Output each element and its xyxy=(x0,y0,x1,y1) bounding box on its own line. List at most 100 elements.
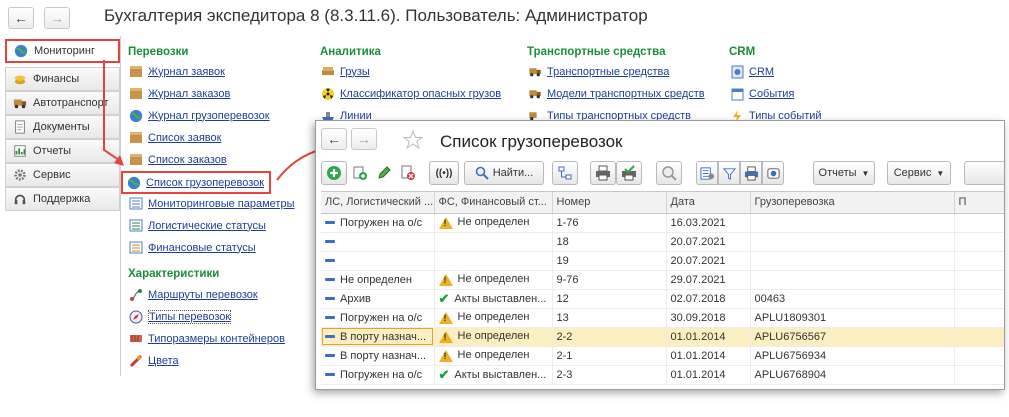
table-row[interactable]: Не определен Не определен 9-76 29.07.2021 xyxy=(321,270,1004,290)
arrow-left-icon: ← xyxy=(327,131,341,147)
barcode-button[interactable] xyxy=(762,161,784,185)
structure-button[interactable] xyxy=(552,161,578,185)
filter-icon xyxy=(722,167,736,180)
more-button[interactable] xyxy=(964,161,1004,185)
cell-text: В порту назнач... xyxy=(340,349,427,362)
cell-extra xyxy=(954,232,1004,252)
star-icon[interactable] xyxy=(403,130,423,150)
filter-button[interactable] xyxy=(718,161,740,185)
cell-text: 9-76 xyxy=(556,273,579,286)
printer-icon xyxy=(744,165,758,181)
cell-number: 13 xyxy=(552,308,667,328)
status-dash-icon xyxy=(325,221,335,225)
service-dropdown[interactable]: Сервис ▼ xyxy=(887,161,951,185)
print-check-button[interactable] xyxy=(616,161,642,185)
cell-ls: Погружен на о/с xyxy=(321,213,435,233)
cell-text: Акты выставлен... xyxy=(454,368,547,381)
cell-text: В порту назнач... xyxy=(340,330,427,343)
cell-extra xyxy=(954,327,1004,347)
broadcast-button[interactable]: ((•)) xyxy=(429,161,459,185)
print-list-button[interactable] xyxy=(740,161,762,185)
column-header-number[interactable]: Номер xyxy=(552,192,667,214)
table-row[interactable]: Погружен на о/с Не определен 1-76 16.03.202… xyxy=(321,213,1004,233)
service-label: Сервис xyxy=(893,167,932,179)
cell-text: APLU6768904 xyxy=(754,368,827,381)
cell-text: Архив xyxy=(340,292,371,305)
cell-fs: Не определен xyxy=(434,346,553,366)
column-header-fs[interactable]: ФС, Финансовый ст... xyxy=(434,192,553,214)
copy-icon xyxy=(353,166,367,180)
cell-text: 01.01.2014 xyxy=(670,349,726,362)
popup-forward-button[interactable]: → xyxy=(351,128,377,150)
cell-text: 18 xyxy=(556,235,569,248)
cell-cargo xyxy=(750,251,955,271)
warning-icon xyxy=(438,216,453,229)
copy-button[interactable] xyxy=(349,161,371,185)
cell-text: 02.07.2018 xyxy=(670,292,726,305)
table-row[interactable]: Погружен на о/с ✔ Акты выставлен... 2-3 01.0… xyxy=(321,365,1004,385)
cell-text: Погружен на о/с xyxy=(340,368,423,381)
warning-icon xyxy=(438,349,453,362)
cell-date: 30.09.2018 xyxy=(666,308,751,328)
table-header-row: ЛС, Логистический ... ФС, Финансовый ст.… xyxy=(321,192,1004,214)
cell-fs xyxy=(434,232,553,252)
cell-text: Акты выставлен... xyxy=(454,292,547,305)
cell-extra xyxy=(954,365,1004,385)
column-header-date[interactable]: Дата xyxy=(666,192,751,214)
annotation-arrow xyxy=(103,60,123,163)
popup-title: Список грузоперевозок xyxy=(440,132,623,151)
cell-fs: Не определен xyxy=(434,327,553,347)
create-button[interactable] xyxy=(321,161,347,185)
table-row[interactable]: 19 20.07.2021 xyxy=(321,251,1004,271)
cell-fs: Не определен xyxy=(434,270,553,290)
cell-ls xyxy=(321,232,435,252)
cell-number: 2-2 xyxy=(552,327,667,347)
hierarchy-icon xyxy=(558,166,572,180)
popup-window: ← → Список грузоперевозок ((•)) Найти... xyxy=(315,120,1005,390)
status-dash-icon xyxy=(325,354,335,358)
search-icon xyxy=(475,166,489,180)
cell-text: 01.01.2014 xyxy=(670,330,726,343)
cell-text: 01.01.2014 xyxy=(670,368,726,381)
cell-text: 19 xyxy=(556,254,569,267)
find-button[interactable]: Найти... xyxy=(464,161,544,185)
settings-list-button[interactable] xyxy=(696,161,718,185)
cell-text: 30.09.2018 xyxy=(670,311,726,324)
table-row[interactable]: 18 20.07.2021 xyxy=(321,232,1004,252)
edit-button[interactable] xyxy=(373,161,395,185)
cell-text: Не определен xyxy=(457,349,530,362)
search-person-button[interactable] xyxy=(656,161,682,185)
column-header-extra[interactable]: П xyxy=(954,192,1004,214)
cell-text: Погружен на о/с xyxy=(340,216,423,229)
cell-cargo xyxy=(750,213,955,233)
cell-ls: В порту назнач... xyxy=(321,327,435,347)
cell-ls: Архив xyxy=(321,289,435,309)
cell-extra xyxy=(954,289,1004,309)
cell-number: 2-1 xyxy=(552,346,667,366)
table-row[interactable]: В порту назнач... Не определен 2-1 01.01.20… xyxy=(321,346,1004,366)
cell-text: 13 xyxy=(556,311,569,324)
popup-back-button[interactable]: ← xyxy=(321,128,347,150)
column-header-ls[interactable]: ЛС, Логистический ... xyxy=(321,192,435,214)
cell-cargo: 00463 xyxy=(750,289,955,309)
cell-fs: Не определен xyxy=(434,213,553,233)
cell-text: 1-76 xyxy=(556,216,579,229)
table-row[interactable]: Архив ✔ Акты выставлен... 12 02.07.2018 00463 xyxy=(321,289,1004,309)
cell-text: Не определен xyxy=(340,273,412,286)
delete-button[interactable] xyxy=(397,161,419,185)
print-button[interactable] xyxy=(590,161,616,185)
reports-dropdown[interactable]: Отчеты ▼ xyxy=(813,161,875,185)
cell-date: 01.01.2014 xyxy=(666,346,751,366)
cell-number: 2-3 xyxy=(552,365,667,385)
table-row[interactable]: Погружен на о/с Не определен 13 30.09.2018 A… xyxy=(321,308,1004,328)
cell-cargo xyxy=(750,232,955,252)
status-dash-icon xyxy=(325,335,335,339)
cell-text: 20.07.2021 xyxy=(670,235,726,248)
cell-text: APLU1809301 xyxy=(754,311,827,324)
cell-number: 1-76 xyxy=(552,213,667,233)
data-table: ЛС, Логистический ... ФС, Финансовый ст.… xyxy=(321,191,1004,389)
cell-text: Не определен xyxy=(457,273,530,286)
table-row[interactable]: В порту назнач... Не определен 2-2 01.01.20… xyxy=(321,327,1004,347)
column-header-cargo[interactable]: Грузоперевозка xyxy=(750,192,955,214)
broadcast-icon: ((•)) xyxy=(435,167,453,179)
